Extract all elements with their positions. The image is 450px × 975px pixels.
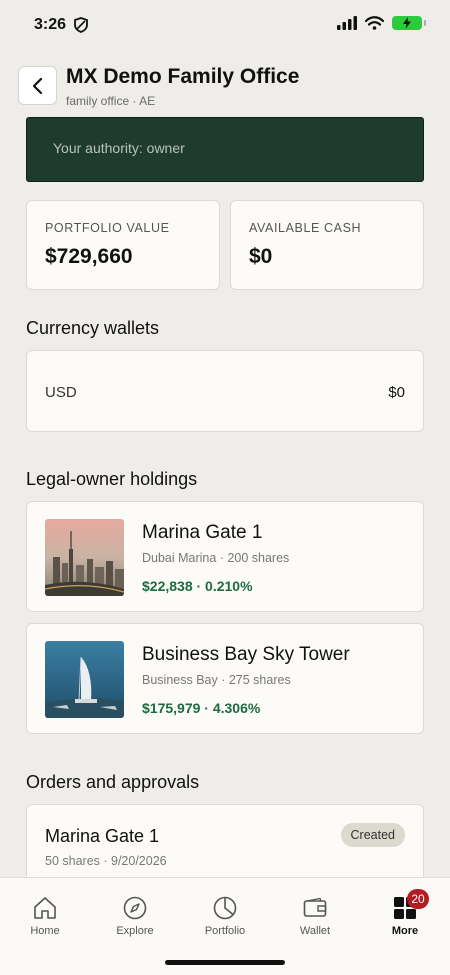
nav-label: Wallet (299, 925, 331, 937)
page-header: MX Demo Family Office family office · AE (18, 64, 432, 114)
stat-value: $0 (249, 245, 273, 268)
nav-label: More (391, 925, 419, 937)
compass-icon (123, 896, 147, 920)
holding-value: $175,979 · 4.306% (142, 700, 261, 716)
pie-chart-icon (213, 896, 237, 920)
wifi-icon (365, 16, 384, 30)
status-badge: Created (340, 823, 405, 847)
nav-item-portfolio[interactable]: Portfolio (180, 878, 270, 948)
nav-label: Portfolio (204, 925, 246, 937)
property-image (45, 641, 124, 718)
holding-details: Business Bay · 275 shares (142, 673, 291, 687)
holding-name: Business Bay Sky Tower (142, 644, 350, 665)
authority-banner: Your authority: owner (26, 117, 424, 182)
back-button[interactable] (18, 66, 57, 105)
nav-label: Explore (116, 925, 154, 937)
holding-value: $22,838 · 0.210% (142, 578, 253, 594)
authority-text: Your authority: owner (53, 140, 185, 156)
wallet-currency: USD (45, 384, 77, 401)
stat-value: $729,660 (45, 245, 133, 268)
nav-item-wallet[interactable]: Wallet (270, 878, 360, 948)
page-title: MX Demo Family Office (66, 65, 300, 88)
holding-card[interactable]: Business Bay Sky Tower Business Bay · 27… (26, 623, 424, 734)
signal-icon (337, 16, 357, 30)
battery-icon (392, 16, 426, 30)
notification-badge: 20 (407, 889, 429, 909)
status-bar: 3:26 (0, 0, 450, 52)
wallet-amount: $0 (388, 384, 405, 401)
portfolio-value-card: PORTFOLIO VALUE $729,660 (26, 200, 220, 290)
property-image (45, 519, 124, 596)
home-indicator (165, 960, 285, 965)
status-time: 3:26 (34, 16, 67, 33)
chevron-left-icon (32, 77, 42, 94)
holding-details: Dubai Marina · 200 shares (142, 551, 290, 565)
section-title-orders: Orders and approvals (26, 772, 200, 792)
section-title-wallets: Currency wallets (26, 318, 160, 338)
wallet-icon (303, 897, 327, 917)
page-subtitle: family office · AE (66, 94, 156, 108)
holding-card[interactable]: Marina Gate 1 Dubai Marina · 200 shares … (26, 501, 424, 612)
available-cash-card: AVAILABLE CASH $0 (230, 200, 424, 290)
home-icon (34, 897, 56, 919)
nav-item-home[interactable]: Home (0, 878, 90, 948)
status-icons (337, 16, 426, 30)
stat-label: PORTFOLIO VALUE (45, 221, 170, 235)
order-details: 50 shares · 9/20/2026 (45, 854, 167, 868)
order-name: Marina Gate 1 (45, 826, 160, 846)
nav-label: Home (30, 925, 60, 937)
wallet-row-usd[interactable]: USD $0 (26, 350, 424, 432)
nav-item-more[interactable]: 20 More (360, 878, 450, 948)
holding-name: Marina Gate 1 (142, 522, 263, 543)
stat-label: AVAILABLE CASH (249, 221, 362, 235)
nav-item-explore[interactable]: Explore (90, 878, 180, 948)
shield-icon (74, 17, 88, 33)
section-title-holdings: Legal-owner holdings (26, 469, 198, 489)
